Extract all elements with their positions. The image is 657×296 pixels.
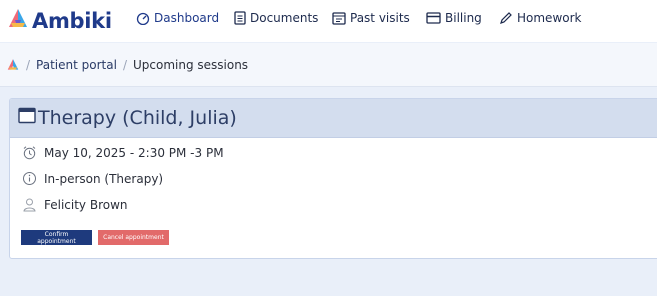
nav-past-visits[interactable]: Past visits [332, 11, 410, 25]
session-location-row: In-person (Therapy) [21, 171, 163, 186]
session-datetime-row: May 10, 2025 - 2:30 PM -3 PM [21, 145, 224, 160]
breadcrumb-patient-portal[interactable]: Patient portal [36, 58, 117, 72]
alarm-clock-icon [21, 145, 37, 160]
breadcrumb: / Patient portal / Upcoming sessions [0, 43, 657, 87]
nav-homework[interactable]: Homework [499, 11, 581, 25]
calendar-icon [18, 107, 36, 129]
calendar-list-icon [332, 11, 346, 25]
document-icon [234, 11, 246, 25]
nav-homework-label: Homework [517, 11, 582, 25]
info-icon [21, 171, 37, 186]
session-card-header: Therapy (Child, Julia) [10, 99, 657, 138]
nav-dashboard-label: Dashboard [154, 11, 220, 25]
top-navbar: Ambiki Dashboard Documents Past visits B… [0, 0, 657, 42]
user-icon [21, 197, 37, 212]
home-logo-icon[interactable] [6, 58, 20, 72]
cancel-appointment-button[interactable]: Cancel appointment [98, 230, 169, 245]
nav-documents-label: Documents [250, 11, 319, 25]
credit-card-icon [426, 12, 441, 24]
session-location: In-person (Therapy) [44, 171, 164, 186]
brand-name: Ambiki [32, 9, 112, 33]
brand-logo[interactable]: Ambiki [6, 7, 112, 36]
nav-dashboard[interactable]: Dashboard [136, 11, 219, 25]
confirm-appointment-button[interactable]: Confirm appointment [21, 230, 92, 245]
session-datetime: May 10, 2025 - 2:30 PM -3 PM [44, 145, 224, 160]
breadcrumb-separator: / [26, 57, 31, 72]
pencil-icon [499, 11, 513, 25]
breadcrumb-upcoming-sessions: Upcoming sessions [132, 57, 249, 72]
nav-billing-label: Billing [445, 11, 482, 25]
breadcrumb-separator: / [122, 57, 127, 72]
nav-documents[interactable]: Documents [234, 11, 318, 25]
nav-billing[interactable]: Billing [426, 11, 482, 25]
nav-past-visits-label: Past visits [350, 11, 410, 25]
session-provider: Felicity Brown [44, 197, 128, 212]
session-title: Therapy (Child, Julia) [38, 107, 237, 129]
session-provider-row: Felicity Brown [21, 197, 128, 212]
session-card: Therapy (Child, Julia) May 10, 2025 - 2:… [9, 98, 657, 259]
ambiki-logo-icon [6, 7, 30, 36]
dashboard-icon [136, 11, 150, 25]
